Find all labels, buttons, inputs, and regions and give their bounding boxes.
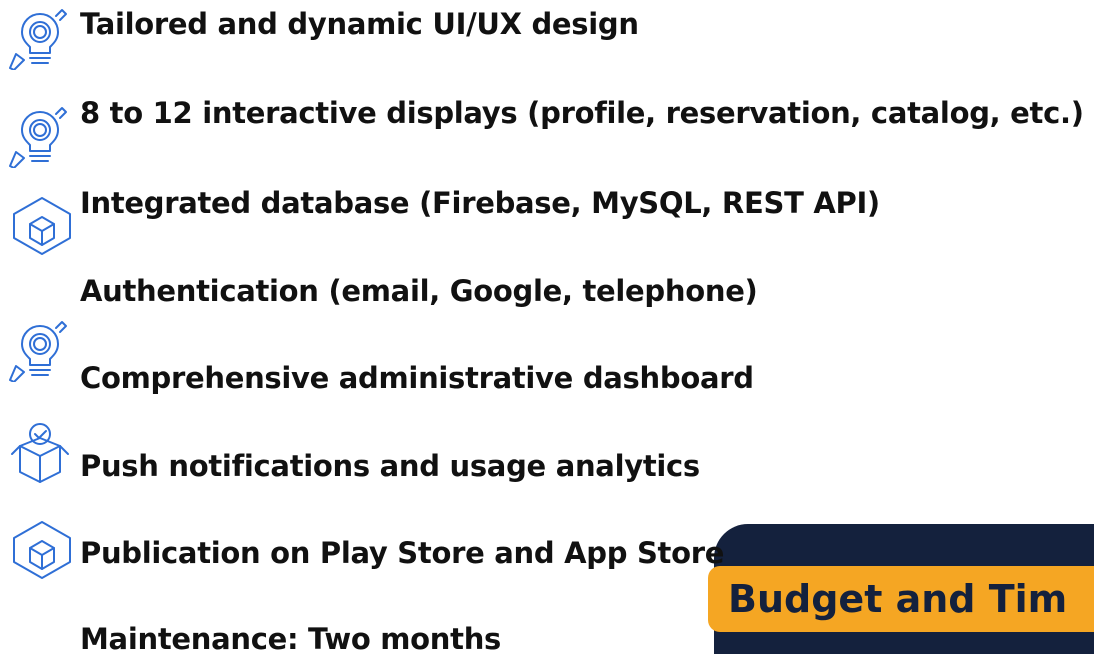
feature-item-interactive-displays: 8 to 12 interactive displays (profile, r…	[80, 96, 1084, 130]
feature-item-database: Integrated database (Firebase, MySQL, RE…	[80, 186, 880, 220]
lightbulb-gear-icon	[6, 318, 70, 382]
feature-item-dashboard: Comprehensive administrative dashboard	[80, 361, 754, 395]
feature-item-publication: Publication on Play Store and App Store	[80, 536, 725, 570]
feature-item-maintenance: Maintenance: Two months	[80, 622, 502, 654]
page: Budget and Tim Tailored and dynamic UI/U…	[0, 0, 1094, 654]
budget-title: Budget and Tim	[728, 577, 1068, 621]
lightbulb-gear-icon	[6, 6, 70, 70]
cube-icon	[10, 518, 74, 582]
lightbulb-gear-icon	[6, 104, 70, 168]
feature-item-authentication: Authentication (email, Google, telephone…	[80, 274, 758, 308]
feature-item-ui-ux: Tailored and dynamic UI/UX design	[80, 7, 639, 41]
feature-item-push-notifications: Push notifications and usage analytics	[80, 449, 700, 483]
cube-icon	[10, 194, 74, 258]
box-check-icon	[8, 420, 72, 484]
